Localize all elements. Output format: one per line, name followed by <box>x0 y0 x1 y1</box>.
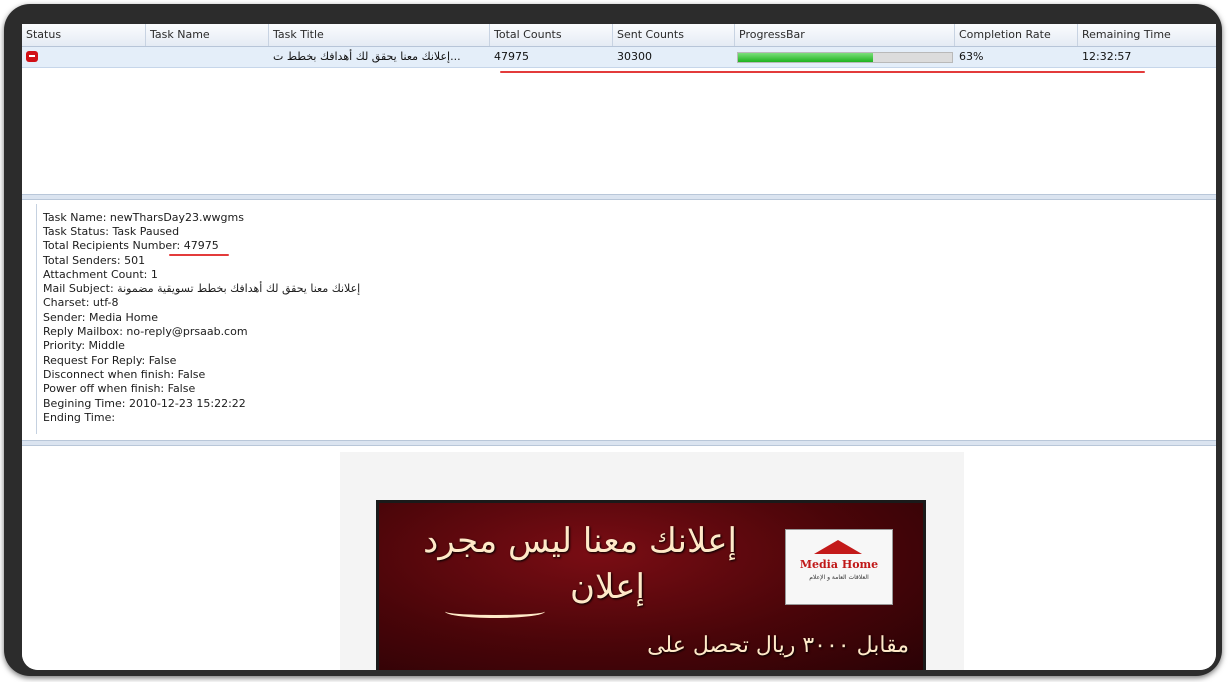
task-name-cell <box>146 47 269 67</box>
window-frame: Status Task Name Task Title Total Counts… <box>4 4 1222 676</box>
mail-body: إعلانك معنا ليس مجرد إعلان مقابل ٣٠٠٠ ري… <box>340 452 964 670</box>
total-counts-cell: 47975 <box>494 50 529 63</box>
status-cell <box>22 47 146 67</box>
column-header-completion-rate[interactable]: Completion Rate <box>955 24 1078 46</box>
detail-end-time: Ending Time: <box>43 411 116 424</box>
sent-counts-cell: 30300 <box>617 50 652 63</box>
ad-headline-1: إعلانك معنا ليس مجرد <box>423 521 737 561</box>
detail-attachment-count: Attachment Count: 1 <box>43 268 158 281</box>
logo-subtitle: العلاقات العامة و الإعلام <box>809 574 869 581</box>
table-row[interactable]: ...إعلانك معنا يحقق لك أهدافك بخطط ت 479… <box>22 47 1216 68</box>
task-title-cell: ...إعلانك معنا يحقق لك أهدافك بخطط ت <box>273 50 461 63</box>
annotation-underline <box>500 71 1145 73</box>
column-header-total-counts[interactable]: Total Counts <box>490 24 613 46</box>
column-header-task-name[interactable]: Task Name <box>146 24 269 46</box>
column-header-task-title[interactable]: Task Title <box>269 24 490 46</box>
detail-request-reply: Request For Reply: False <box>43 354 177 367</box>
task-grid: Status Task Name Task Title Total Counts… <box>22 24 1216 194</box>
detail-sender: Sender: Media Home <box>43 311 159 324</box>
detail-reply-mailbox: Reply Mailbox: no-reply@prsaab.com <box>43 325 248 338</box>
detail-task-name: Task Name: newTharsDay23.wwgms <box>43 211 244 224</box>
logo-title: Media Home <box>799 558 879 571</box>
detail-charset: Charset: utf-8 <box>43 296 119 309</box>
details-text-area: Task Name: newTharsDay23.wwgms Task Stat… <box>36 204 1207 434</box>
media-home-logo: Media Home العلاقات العامة و الإعلام <box>785 529 893 605</box>
progress-bar-fill <box>738 53 873 62</box>
detail-mail-subject: Mail Subject: إعلانك معنا يحقق لك أهدافك… <box>43 282 361 295</box>
detail-priority: Priority: Middle <box>43 339 125 352</box>
stop-icon[interactable] <box>26 51 38 62</box>
progress-bar <box>737 52 953 63</box>
detail-task-status: Task Status: Task Paused <box>43 225 180 238</box>
ad-offer-line: مقابل ٣٠٠٠ ريال تحصل على <box>647 633 909 658</box>
ad-headline-2: إعلان <box>570 567 645 607</box>
ad-banner-image: إعلانك معنا ليس مجرد إعلان مقابل ٣٠٠٠ ري… <box>376 500 926 670</box>
remaining-time-cell: 12:32:57 <box>1082 50 1132 63</box>
mail-preview-pane: إعلانك معنا ليس مجرد إعلان مقابل ٣٠٠٠ ري… <box>22 448 1216 670</box>
detail-total-senders: Total Senders: 501 <box>43 254 146 267</box>
column-header-sent-counts[interactable]: Sent Counts <box>613 24 735 46</box>
detail-begin-time: Begining Time: 2010-12-23 15:22:22 <box>43 397 246 410</box>
splitter-bottom[interactable] <box>22 440 1216 446</box>
column-header-progressbar[interactable]: ProgressBar <box>735 24 955 46</box>
completion-rate-cell: 63% <box>959 50 984 63</box>
progress-cell <box>735 47 955 67</box>
grid-header: Status Task Name Task Title Total Counts… <box>22 24 1216 47</box>
house-roof-icon <box>814 540 862 554</box>
detail-power-off: Power off when finish: False <box>43 382 196 395</box>
annotation-underline <box>169 254 229 256</box>
column-header-remaining-time[interactable]: Remaining Time <box>1078 24 1216 46</box>
column-header-status[interactable]: Status <box>22 24 146 46</box>
detail-disconnect: Disconnect when finish: False <box>43 368 206 381</box>
ad-swoosh <box>445 605 545 618</box>
task-details-panel: Task Name: newTharsDay23.wwgms Task Stat… <box>22 200 1216 440</box>
app-screen: Status Task Name Task Title Total Counts… <box>22 24 1216 670</box>
detail-total-recipients: Total Recipients Number: 47975 <box>43 239 219 252</box>
